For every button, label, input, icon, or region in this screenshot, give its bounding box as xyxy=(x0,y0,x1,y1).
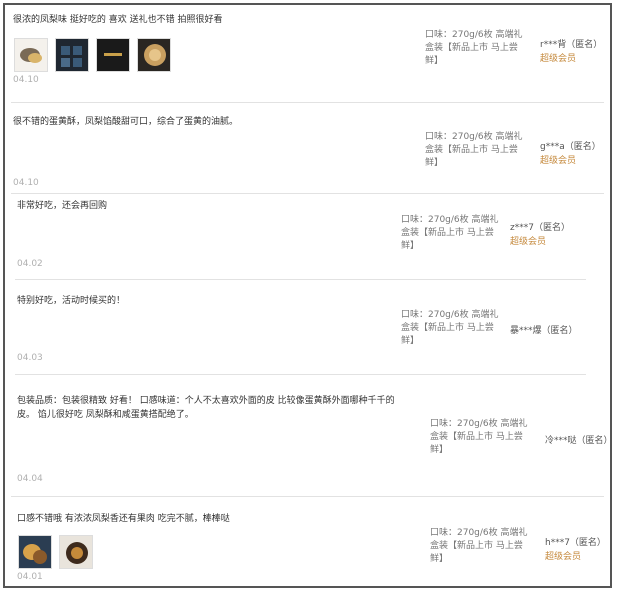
review-photo-2[interactable] xyxy=(59,535,93,569)
review-date: 04.01 xyxy=(17,572,43,582)
review-date: 04.10 xyxy=(13,75,39,85)
review-content: 很不错的蛋黄酥，凤梨馅酸甜可口，综合了蛋黄的油腻。 xyxy=(13,117,239,127)
review-date: 04.04 xyxy=(17,474,43,484)
review-date: 04.10 xyxy=(13,178,39,188)
divider xyxy=(11,496,604,497)
review-content: 口感不错哦 有浓浓凤梨香还有果肉 吃完不腻，棒棒哒 xyxy=(17,514,230,524)
review-date: 04.02 xyxy=(17,259,43,269)
review-photo-2[interactable] xyxy=(55,38,89,72)
member-level-badge: 超级会员 xyxy=(545,552,582,562)
review-spec: 口味：270g/6枚 高端礼盒装【新品上市 马上尝鲜】 xyxy=(401,310,499,346)
member-level-badge: 超级会员 xyxy=(540,156,577,166)
review-photo-1[interactable] xyxy=(14,38,48,72)
review-spec: 口味：270g/6枚 高端礼盒装【新品上市 马上尝鲜】 xyxy=(430,528,528,564)
member-level-badge: 超级会员 xyxy=(540,54,577,64)
divider xyxy=(11,193,604,194)
review-date: 04.03 xyxy=(17,353,43,363)
review-spec: 口味：270g/6枚 高端礼盒装【新品上市 马上尝鲜】 xyxy=(430,419,528,455)
reviewer-name: g***a（匿名） xyxy=(540,142,601,152)
member-level-badge: 超级会员 xyxy=(510,237,547,247)
divider xyxy=(15,279,586,280)
review-spec: 口味：270g/6枚 高端礼盒装【新品上市 马上尝鲜】 xyxy=(425,30,523,66)
divider xyxy=(11,102,604,103)
review-content: 包装品质：包装很精致 好看！ 口感味道：个人不太喜欢外面的皮 比较像蛋黄酥外面哪… xyxy=(17,396,395,420)
review-list: 很浓的凤梨味 挺好吃的 喜欢 送礼也不错 拍照很好看 04.10 口味：270g… xyxy=(3,3,613,588)
review-photos xyxy=(18,535,93,569)
review-photo-1[interactable] xyxy=(18,535,52,569)
review-spec: 口味：270g/6枚 高端礼盒装【新品上市 马上尝鲜】 xyxy=(401,215,499,251)
review-photos xyxy=(14,38,171,72)
review-content: 特别好吃，活动时候买的！ xyxy=(17,296,126,306)
review-content: 非常好吃，还会再回购 xyxy=(17,201,108,211)
reviewer-name: 暴***爆（匿名） xyxy=(510,326,578,336)
review-photo-4[interactable] xyxy=(137,38,171,72)
reviewer-name: 冷***哒（匿名） xyxy=(545,436,613,446)
divider xyxy=(15,374,586,375)
review-content: 很浓的凤梨味 挺好吃的 喜欢 送礼也不错 拍照很好看 xyxy=(13,15,223,25)
reviewer-name: h***7（匿名） xyxy=(545,538,606,548)
reviewer-name: z***7（匿名） xyxy=(510,223,570,233)
review-spec: 口味：270g/6枚 高端礼盒装【新品上市 马上尝鲜】 xyxy=(425,132,523,168)
review-photo-3[interactable] xyxy=(96,38,130,72)
reviewer-name: r***背（匿名） xyxy=(540,40,603,50)
